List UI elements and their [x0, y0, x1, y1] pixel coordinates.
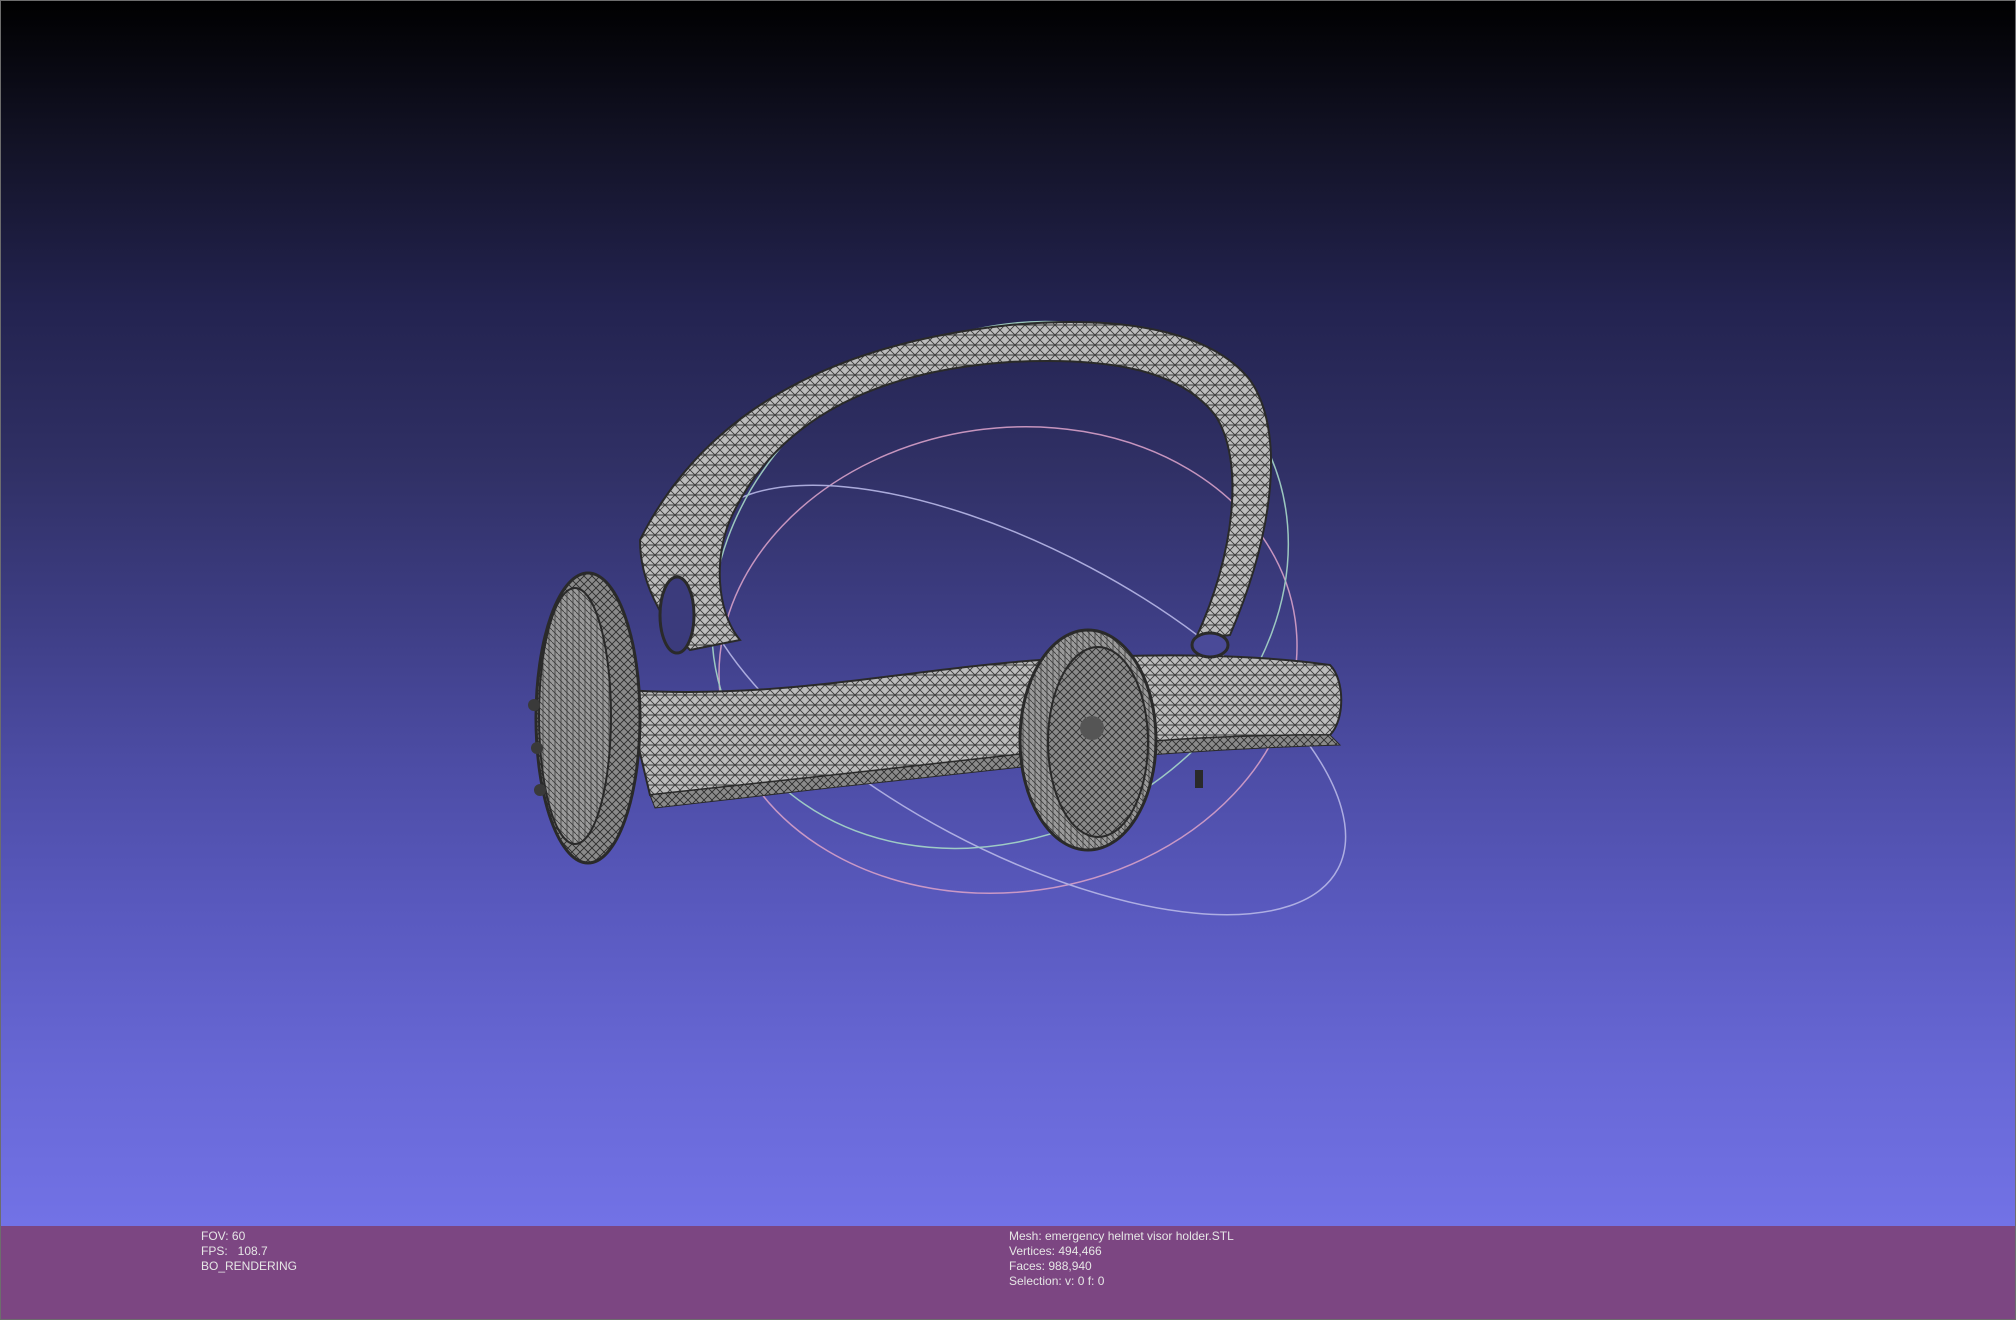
- frame-left-edge: [0, 0, 1, 1320]
- mesh-name-label: Mesh: emergency helmet visor holder.STL: [1009, 1229, 1234, 1243]
- render-mode-label: BO_RENDERING: [201, 1259, 298, 1273]
- fps-label: FPS: 108.7: [201, 1244, 268, 1258]
- meshlab-viewer: FOV: 60 FPS: 108.7 BO_RENDERING Mesh: em…: [0, 0, 2016, 1320]
- vertices-count-label: Vertices: 494,466: [1009, 1244, 1102, 1258]
- scene-canvas: [528, 320, 1347, 916]
- 3d-viewport[interactable]: [0, 0, 2016, 1226]
- frame-top-edge: [0, 0, 2016, 1]
- selection-label: Selection: v: 0 f: 0: [1009, 1274, 1105, 1288]
- faces-count-label: Faces: 988,940: [1009, 1259, 1092, 1273]
- mesh-info: Mesh: emergency helmet visor holder.STL …: [1009, 1229, 1234, 1289]
- fov-label: FOV: 60: [201, 1229, 246, 1243]
- render-status: FOV: 60 FPS: 108.7 BO_RENDERING: [201, 1229, 297, 1274]
- info-bar: FOV: 60 FPS: 108.7 BO_RENDERING Mesh: em…: [0, 1226, 2016, 1320]
- wireframe-mesh-icon: [528, 321, 1343, 865]
